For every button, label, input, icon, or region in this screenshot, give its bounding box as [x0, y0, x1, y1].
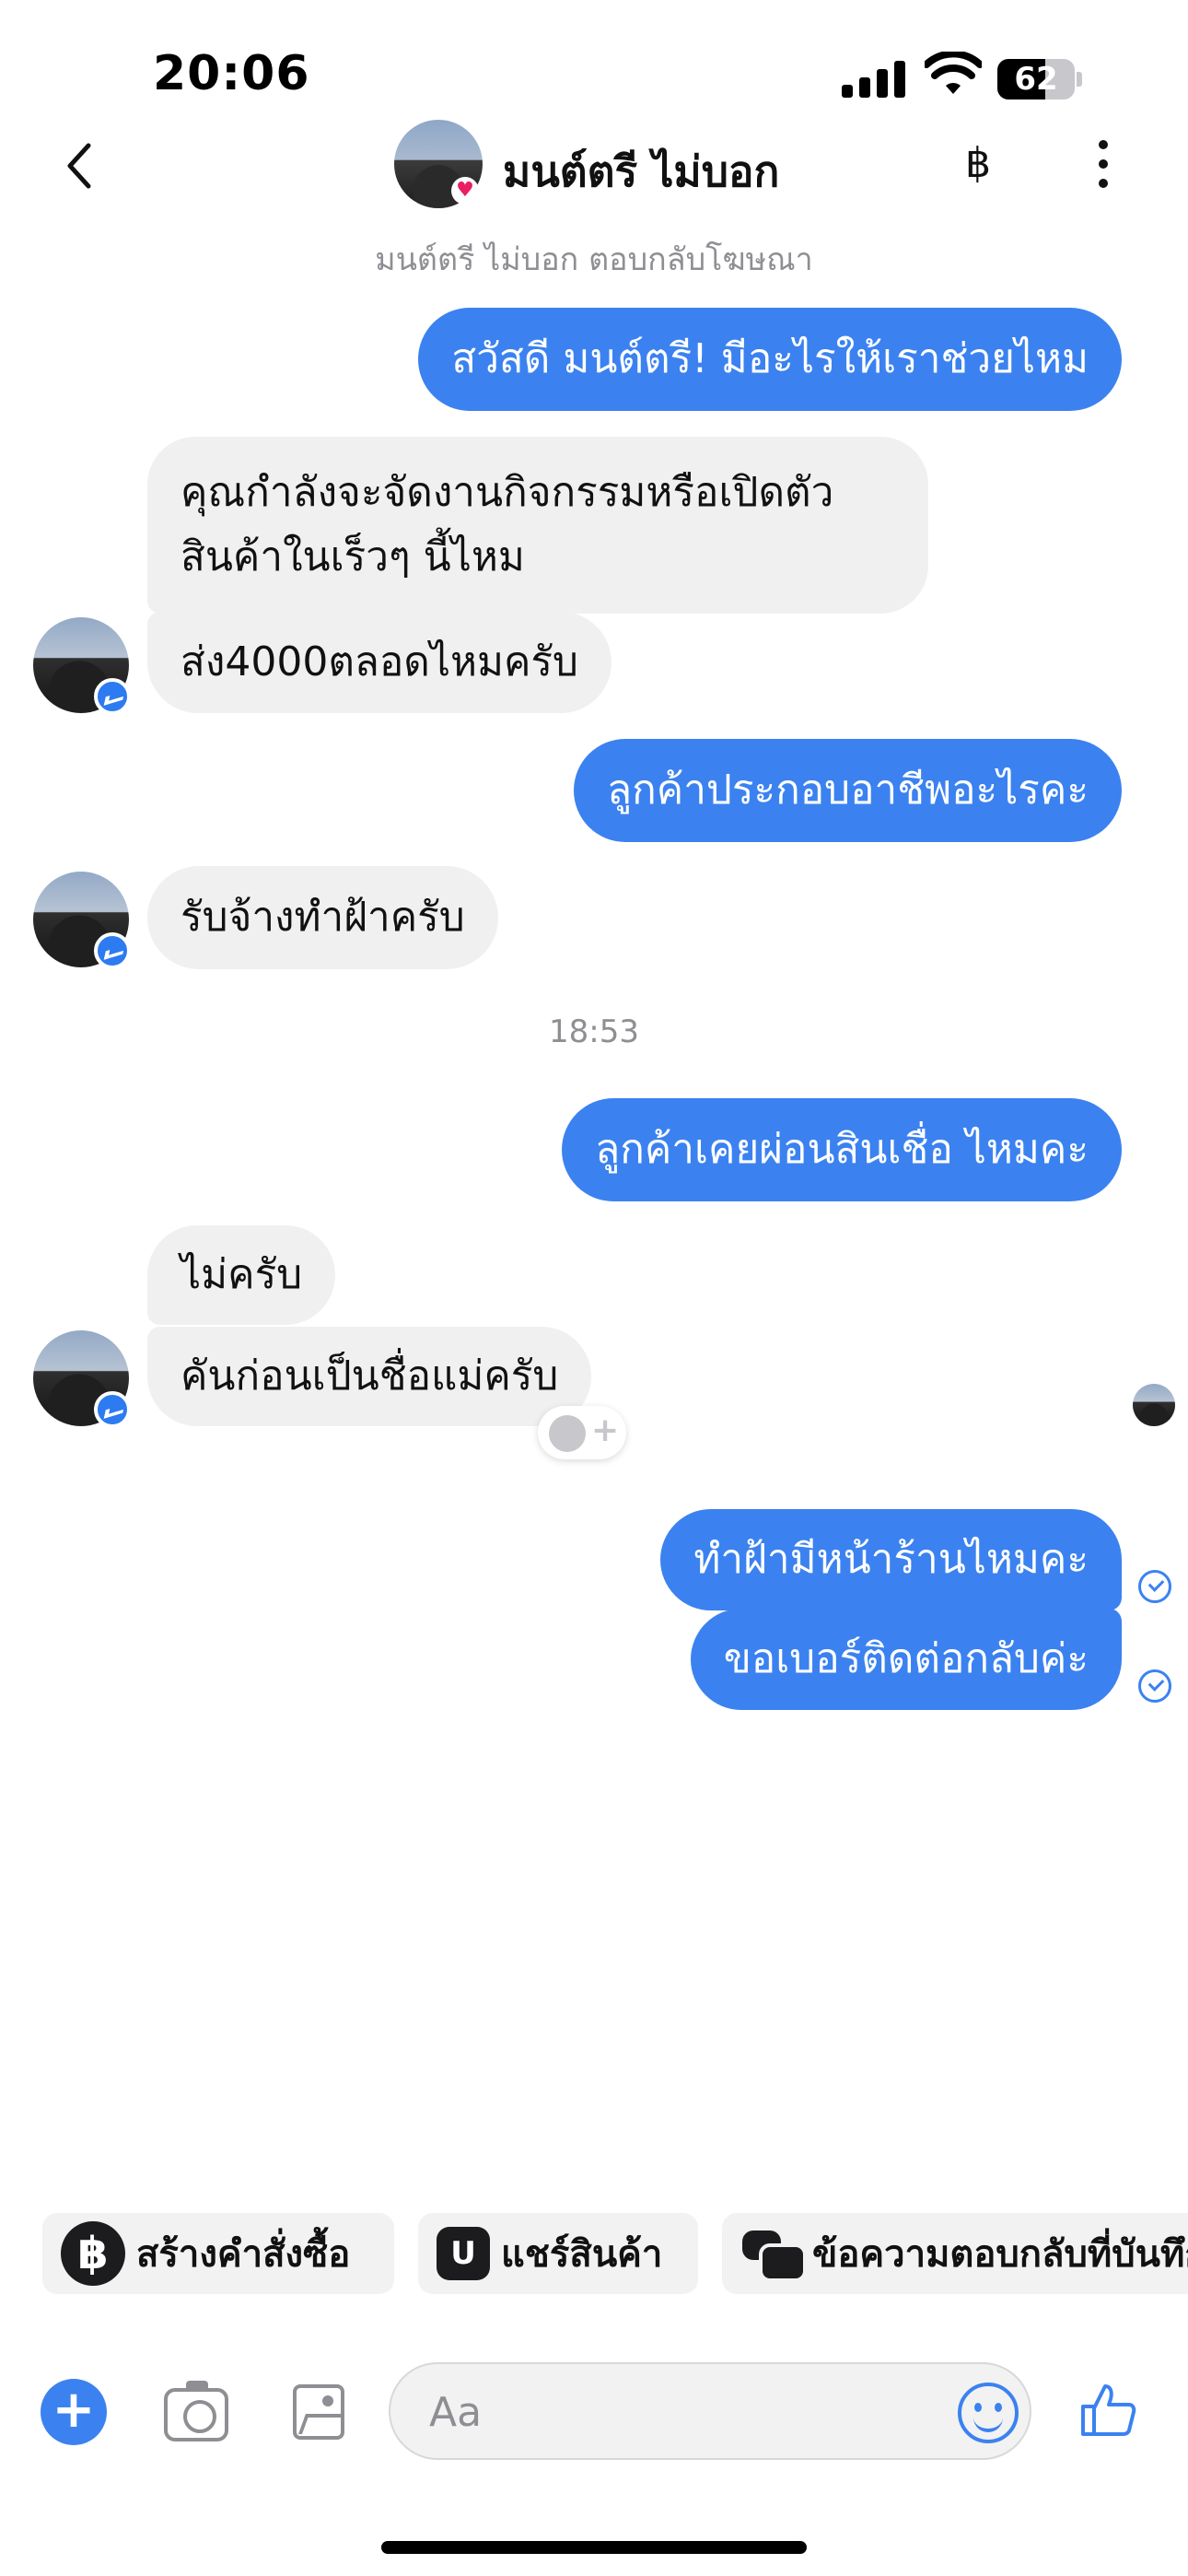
thumbs-up-icon[interactable]: [1079, 2381, 1138, 2440]
smiley-icon: [549, 1415, 586, 1452]
seen-by-avatar: [1133, 1384, 1175, 1426]
share-product-button[interactable]: U แชร์สินค้า: [418, 2213, 698, 2294]
contact-avatar[interactable]: ♥: [394, 120, 483, 208]
create-order-button[interactable]: ฿ สร้างคำสั่งซื้อ: [42, 2213, 394, 2294]
message-bubble-incoming[interactable]: คุณกำลังจะจัดงานกิจกรรมหรือเปิดตัวสินค้า…: [147, 437, 928, 614]
signal-strength-icon: [842, 59, 906, 98]
message-bubble-incoming[interactable]: คันก่อนเป็นชื่อแม่ครับ: [147, 1327, 592, 1426]
message-bubble-outgoing[interactable]: สวัสดี มนต์ตรี! มีอะไรให้เราช่วยไหม: [418, 308, 1122, 411]
message-bubble-outgoing[interactable]: ขอเบอร์ติดต่อกลับค่ะ: [690, 1609, 1122, 1710]
contact-name[interactable]: มนต์ตรี ไม่บอก: [503, 138, 779, 205]
messenger-badge-icon: [94, 1391, 131, 1428]
message-input-container[interactable]: [389, 2362, 1031, 2460]
shop-bag-icon: U: [437, 2227, 490, 2280]
chat-bubbles-icon: [740, 2223, 807, 2284]
status-time: 20:06: [153, 46, 310, 101]
wifi-icon: [925, 52, 982, 94]
ad-reply-subtitle: มนต์ตรี ไม่บอก ตอบกลับโฆษณา: [375, 241, 813, 278]
photo-gallery-icon[interactable]: [293, 2384, 344, 2440]
share-product-label: แชร์สินค้า: [501, 2233, 663, 2276]
message-bubble-outgoing[interactable]: ลูกค้าประกอบอาชีพอะไรคะ: [574, 739, 1122, 842]
message-bubble-incoming[interactable]: ส่ง4000ตลอดไหมครับ: [147, 612, 611, 713]
sent-check-icon: [1138, 1570, 1171, 1603]
baht-icon: ฿: [61, 2221, 125, 2286]
message-bubble-outgoing[interactable]: ลูกค้าเคยผ่อนสินเชื่อ ไหมคะ: [562, 1098, 1122, 1201]
camera-icon[interactable]: [164, 2381, 228, 2441]
message-bubble-incoming[interactable]: ไม่ครับ: [147, 1225, 336, 1325]
add-attachment-button[interactable]: +: [41, 2379, 107, 2445]
message-bubble-outgoing[interactable]: ทำฝ้ามีหน้าร้านไหมคะ: [660, 1509, 1122, 1610]
message-bubble-incoming[interactable]: รับจ้างทำฝ้าครับ: [147, 866, 498, 969]
plus-icon: +: [591, 1411, 620, 1449]
more-options-icon[interactable]: [1096, 140, 1111, 188]
emoji-icon[interactable]: [958, 2383, 1019, 2443]
battery-icon: 62: [997, 59, 1082, 100]
baht-payment-icon[interactable]: ฿: [965, 140, 991, 187]
message-timestamp: 18:53: [549, 1013, 639, 1050]
messenger-badge-icon: [94, 678, 131, 715]
heart-icon: ♥: [451, 177, 479, 205]
create-order-label: สร้างคำสั่งซื้อ: [136, 2233, 351, 2276]
add-reaction-button[interactable]: +: [538, 1406, 626, 1459]
messenger-badge-icon: [94, 932, 131, 969]
saved-replies-label: ข้อความตอบกลับที่บันทึก: [812, 2233, 1188, 2276]
home-indicator: [381, 2541, 807, 2554]
battery-percent: 62: [1014, 61, 1058, 98]
saved-replies-button[interactable]: ข้อความตอบกลับที่บันทึก: [722, 2213, 1188, 2294]
sent-check-icon: [1138, 1669, 1171, 1703]
message-input[interactable]: [429, 2383, 945, 2441]
back-chevron-icon[interactable]: [61, 140, 98, 192]
